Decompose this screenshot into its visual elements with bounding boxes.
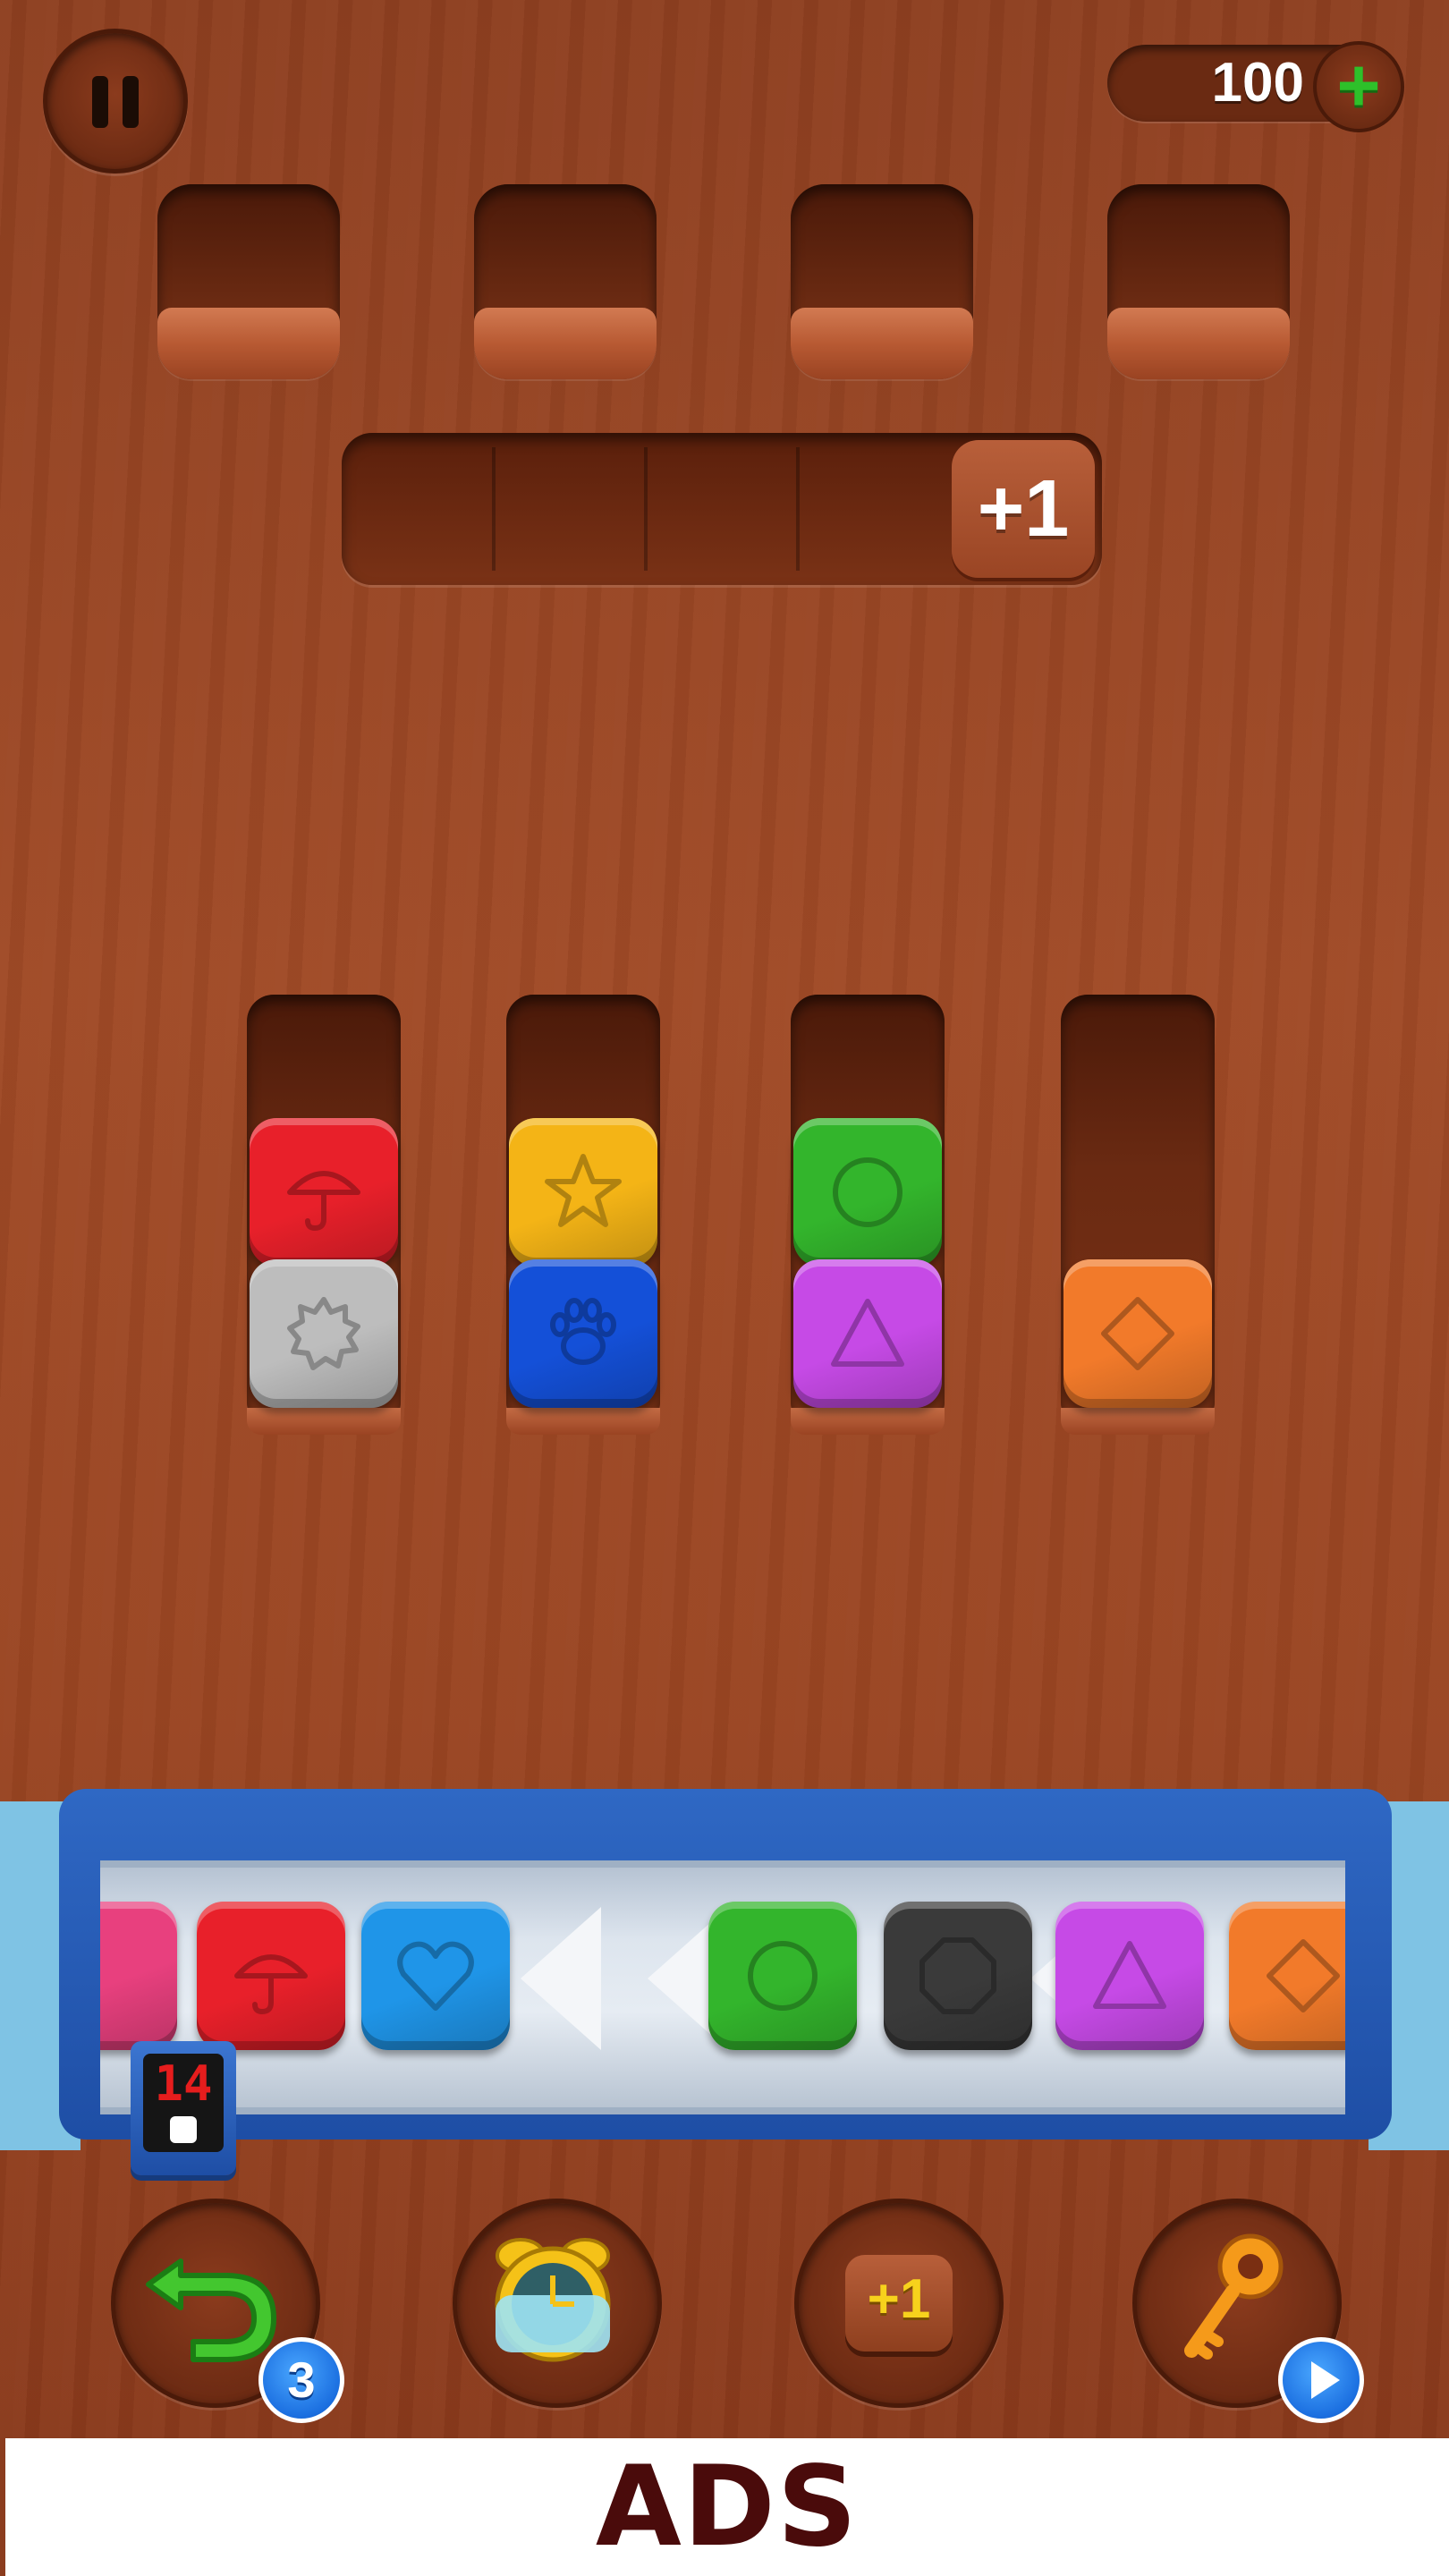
undo-button[interactable]: 3 [111,2199,344,2423]
gear-icon [287,1297,360,1370]
tube-base [247,1408,401,1435]
unlock-slot-label: +1 [977,464,1070,554]
freeze-time-button[interactable] [453,2199,662,2408]
tile-green[interactable] [793,1118,942,1267]
partial-icon [100,1931,148,2021]
unlock-slot-button[interactable]: +1 [952,440,1095,578]
counter-indicator [170,2116,197,2143]
add-slot-button[interactable]: +1 [794,2199,1004,2408]
add-slot-label: +1 [867,2268,931,2330]
coin-amount: 100 [1211,52,1304,114]
tile-counter: 14 [131,2041,236,2175]
bar-divider [644,447,648,571]
tile-red[interactable] [250,1118,398,1267]
triangle-icon [831,1299,904,1367]
counter-screen: 14 [143,2054,224,2152]
circle-icon [748,1941,818,2011]
slot-shelf [791,308,973,379]
pause-button[interactable] [43,29,188,174]
collect-slot-4 [1107,184,1290,379]
pause-icon-bar [123,76,139,128]
alarm-clock-icon [495,2238,611,2362]
tile-yellow[interactable] [509,1118,657,1267]
tube-base [506,1408,660,1435]
plus-icon: + [1336,43,1381,127]
undo-count: 3 [287,2351,316,2408]
bar-divider [492,447,496,571]
collect-slot-1 [157,184,340,379]
collect-slot-2 [474,184,657,379]
octagon-icon [919,1937,996,2014]
tile-orange[interactable] [1063,1259,1212,1408]
tube-base [791,1408,945,1435]
belt-tile-green[interactable] [708,1902,857,2050]
bar-divider [796,447,800,571]
ad-banner-text: ADS [595,2443,860,2572]
play-icon [1311,2361,1340,2399]
add-coins-button[interactable]: + [1313,41,1404,132]
circle-icon [833,1157,902,1227]
collect-slot-3 [791,184,973,379]
tile-blue[interactable] [509,1259,657,1408]
slot-shelf [1107,308,1290,379]
extra-slot-bar: +1 [342,433,1102,585]
belt-tile-red[interactable] [197,1902,345,2050]
counter-value: 14 [154,2055,213,2112]
slot-shelf [474,308,657,379]
key-button[interactable] [1132,2199,1364,2423]
umbrella-icon [287,1171,360,1231]
heart-icon [397,1941,474,2011]
belt-tile-orange[interactable] [1229,1902,1345,2050]
ad-banner[interactable]: ADS [5,2438,1449,2576]
conveyor-belt [100,1860,1345,2114]
tube-base [1061,1408,1215,1435]
watch-ad-badge [1278,2337,1364,2423]
belt-tile-pink[interactable] [100,1902,177,2050]
add-slot-icon: +1 [845,2255,953,2351]
diamond-icon [1267,1939,1340,2012]
belt-tile-light-blue[interactable] [361,1902,510,2050]
triangle-icon [1093,1941,1166,2009]
tile-silver[interactable] [250,1259,398,1408]
pause-icon [92,76,108,128]
slot-shelf [157,308,340,379]
belt-tile-black[interactable] [884,1902,1032,2050]
coin-counter: 100 + [1107,41,1404,132]
diamond-icon [1101,1297,1174,1370]
undo-count-badge: 3 [258,2337,344,2423]
umbrella-icon [234,1954,308,2014]
star-icon [545,1154,622,1227]
arrow-left-icon [521,1907,601,2050]
belt-tile-purple[interactable] [1055,1902,1204,2050]
tile-purple[interactable] [793,1259,942,1408]
paw-icon [550,1298,616,1365]
